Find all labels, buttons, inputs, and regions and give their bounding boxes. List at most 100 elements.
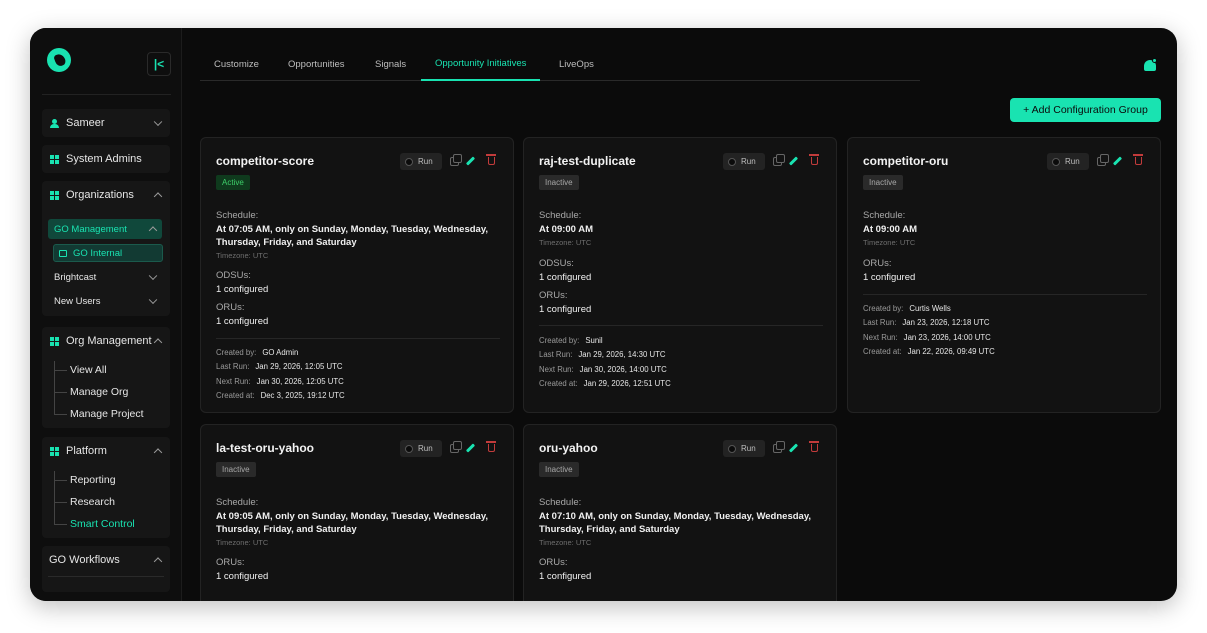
created-by-label: Created by: bbox=[216, 348, 257, 357]
organizations-section: Organizations GO Management GO Internal … bbox=[42, 181, 170, 316]
add-configuration-group-button[interactable]: + Add Configuration Group bbox=[1010, 98, 1161, 122]
copy-icon[interactable] bbox=[773, 441, 785, 453]
notification-icon[interactable] bbox=[1144, 58, 1158, 72]
tree-tick bbox=[54, 502, 67, 503]
org-management-section: Org Management View All Manage Org Manag… bbox=[42, 327, 170, 428]
play-icon bbox=[728, 157, 736, 166]
system-admins-row[interactable]: System Admins bbox=[42, 145, 170, 173]
edit-icon[interactable] bbox=[788, 156, 799, 166]
play-icon bbox=[1052, 157, 1060, 166]
created-by-label: Created by: bbox=[539, 336, 580, 345]
last-run: Last Run: Jan 29, 2026, 14:30 UTC bbox=[539, 350, 666, 359]
next-run-label: Next Run: bbox=[216, 377, 251, 386]
run-button[interactable]: Run bbox=[723, 440, 765, 457]
sidebar-item-manage-project[interactable]: Manage Project bbox=[70, 404, 144, 424]
tab-opportunities[interactable]: Opportunities bbox=[288, 48, 345, 81]
chevron-down-icon[interactable] bbox=[153, 117, 163, 127]
chevron-up-icon[interactable] bbox=[153, 338, 163, 347]
grid-icon bbox=[50, 446, 59, 456]
run-button[interactable]: Run bbox=[400, 153, 442, 170]
org-new-users[interactable]: New Users bbox=[48, 291, 162, 311]
project-go-internal-label: GO Internal bbox=[73, 247, 123, 259]
created-at-label: Created at: bbox=[216, 391, 255, 400]
tab-signals[interactable]: Signals bbox=[375, 48, 406, 81]
org-management-header[interactable]: Org Management bbox=[42, 327, 170, 355]
chevron-down-icon[interactable] bbox=[148, 295, 158, 305]
created-at: Created at: Jan 22, 2026, 09:49 UTC bbox=[863, 347, 995, 356]
sidebar-item-manage-org[interactable]: Manage Org bbox=[70, 382, 128, 402]
org-go-management[interactable]: GO Management bbox=[48, 219, 162, 239]
sidebar-item-smart-control[interactable]: Smart Control bbox=[70, 514, 135, 534]
odsus-label: ODSUs: bbox=[216, 270, 251, 281]
created-at-label: Created at: bbox=[863, 347, 902, 356]
sidebar-item-view-all[interactable]: View All bbox=[70, 360, 107, 380]
trash-icon[interactable] bbox=[809, 441, 819, 452]
orus-value: 1 configured bbox=[539, 304, 592, 315]
go-workflows-header[interactable]: GO Workflows bbox=[42, 546, 170, 574]
trash-icon[interactable] bbox=[486, 154, 496, 165]
tab-liveops[interactable]: LiveOps bbox=[559, 48, 594, 81]
tree-tick bbox=[54, 414, 67, 415]
sidebar-item-system-admins[interactable]: System Admins bbox=[42, 145, 170, 173]
edit-icon[interactable] bbox=[1112, 156, 1123, 166]
tab-customize[interactable]: Customize bbox=[214, 48, 259, 81]
created-at: Created at: Dec 3, 2025, 19:12 UTC bbox=[216, 391, 345, 400]
copy-icon[interactable] bbox=[1097, 154, 1109, 166]
orus-label: ORUs: bbox=[539, 290, 568, 301]
copy-icon[interactable] bbox=[450, 441, 462, 453]
orus-value: 1 configured bbox=[216, 316, 269, 327]
chevron-down-icon[interactable] bbox=[148, 271, 158, 281]
run-button[interactable]: Run bbox=[723, 153, 765, 170]
chevron-up-icon[interactable] bbox=[153, 192, 163, 201]
config-card: competitor-oru Inactive Run Schedule: At… bbox=[847, 137, 1161, 413]
edit-icon[interactable] bbox=[465, 443, 476, 453]
copy-icon[interactable] bbox=[773, 154, 785, 166]
user-menu[interactable]: Sameer bbox=[42, 109, 170, 137]
tree-tick bbox=[54, 392, 67, 393]
run-label: Run bbox=[741, 444, 756, 453]
sidebar-item-research[interactable]: Research bbox=[70, 492, 115, 512]
created-by: Created by: Curtis Wells bbox=[863, 304, 951, 313]
collapse-sidebar-button[interactable]: |< bbox=[147, 52, 171, 76]
org-brightcast[interactable]: Brightcast bbox=[48, 267, 162, 287]
grid-icon bbox=[50, 154, 59, 164]
sidebar-item-reporting[interactable]: Reporting bbox=[70, 470, 116, 490]
timezone: Timezone: UTC bbox=[539, 538, 592, 547]
divider bbox=[863, 294, 1147, 295]
edit-icon[interactable] bbox=[465, 156, 476, 166]
divider bbox=[539, 325, 823, 326]
copy-icon[interactable] bbox=[450, 154, 462, 166]
organizations-header[interactable]: Organizations bbox=[42, 181, 170, 209]
last-run-label: Last Run: bbox=[539, 350, 573, 359]
tab-opportunity-initiatives[interactable]: Opportunity Initiatives bbox=[421, 48, 541, 81]
project-go-internal[interactable]: GO Internal bbox=[53, 244, 163, 262]
schedule-value: At 07:05 AM, only on Sunday, Monday, Tue… bbox=[216, 224, 489, 248]
platform-header[interactable]: Platform bbox=[42, 437, 170, 465]
run-button[interactable]: Run bbox=[400, 440, 442, 457]
sidebar: |< Sameer System Admins Organizations GO bbox=[30, 28, 182, 601]
orus-label: ORUs: bbox=[863, 258, 892, 269]
created-by-label: Created by: bbox=[863, 304, 904, 313]
card-title: competitor-score bbox=[216, 154, 315, 168]
edit-icon[interactable] bbox=[788, 443, 799, 453]
last-run-label: Last Run: bbox=[216, 362, 250, 371]
chevron-up-icon[interactable] bbox=[153, 448, 163, 457]
trash-icon[interactable] bbox=[486, 441, 496, 452]
schedule-label: Schedule: bbox=[539, 210, 582, 221]
chevron-up-icon[interactable] bbox=[148, 226, 158, 235]
config-card: competitor-score Active Run Schedule: At… bbox=[200, 137, 514, 413]
created-at-value: Jan 29, 2026, 12:51 UTC bbox=[583, 379, 671, 388]
created-by-value: Curtis Wells bbox=[909, 304, 951, 313]
tab-bar: Customize Opportunities Signals Opportun… bbox=[200, 48, 920, 81]
trash-icon[interactable] bbox=[1133, 154, 1143, 165]
tree-tick bbox=[54, 370, 67, 371]
chevron-up-icon[interactable] bbox=[153, 557, 163, 566]
user-row[interactable]: Sameer bbox=[42, 109, 170, 137]
created-at: Created at: Jan 29, 2026, 12:51 UTC bbox=[539, 379, 671, 388]
timezone: Timezone: UTC bbox=[863, 238, 916, 247]
trash-icon[interactable] bbox=[809, 154, 819, 165]
run-button[interactable]: Run bbox=[1047, 153, 1089, 170]
next-run: Next Run: Jan 23, 2026, 14:00 UTC bbox=[863, 333, 991, 342]
app-logo[interactable] bbox=[47, 48, 71, 72]
tree-tick bbox=[54, 480, 67, 481]
